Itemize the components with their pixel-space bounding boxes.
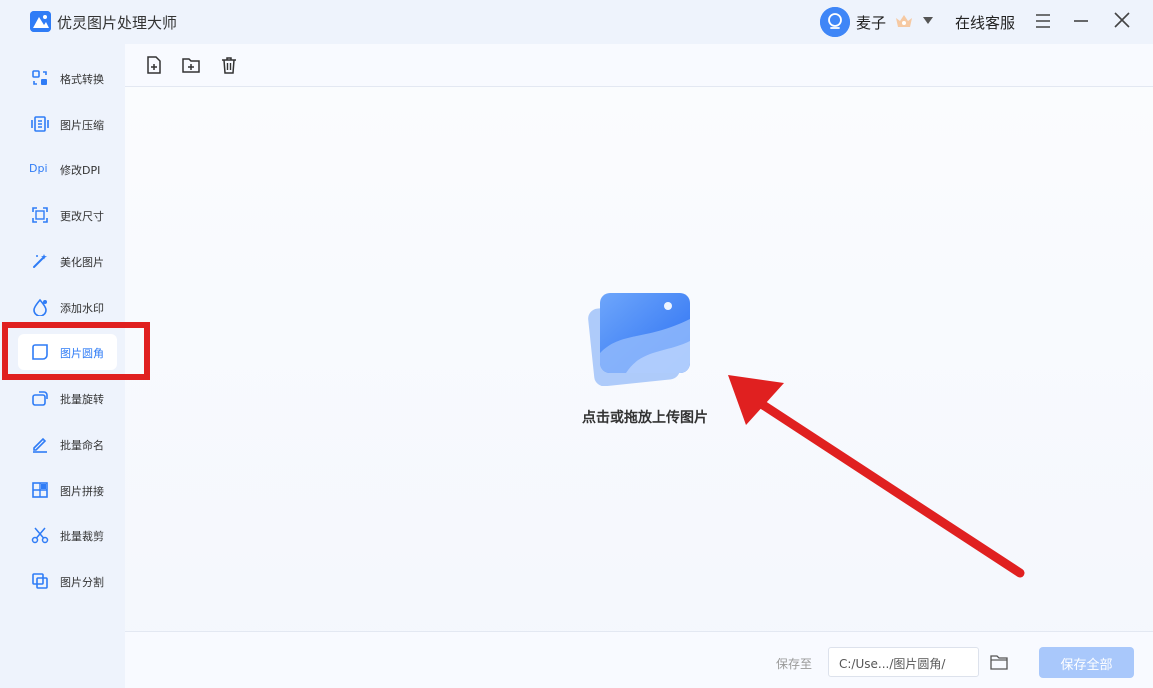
compress-icon xyxy=(31,116,49,132)
save-all-button[interactable]: 保存全部 xyxy=(1039,647,1134,678)
annotation-arrow xyxy=(728,375,1025,578)
sidebar-item-label: 图片分割 xyxy=(60,576,104,589)
format-convert-icon xyxy=(32,70,47,85)
sidebar-item-label: 修改DPI xyxy=(60,164,101,177)
split-icon xyxy=(32,573,48,589)
close-icon[interactable] xyxy=(1113,11,1131,29)
resize-icon xyxy=(32,207,48,223)
sidebar-item-label: 添加水印 xyxy=(60,302,104,315)
sidebar-item-beautify[interactable]: 美化图片 xyxy=(18,243,117,279)
sidebar-item-resize[interactable]: 更改尺寸 xyxy=(18,197,117,233)
sidebar-item-label: 美化图片 xyxy=(60,256,104,269)
sidebar-item-format-convert[interactable]: 格式转换 xyxy=(18,60,117,96)
annotation-highlight-box xyxy=(2,322,150,380)
avatar[interactable] xyxy=(820,7,850,37)
username[interactable]: 麦子 xyxy=(856,12,886,33)
sidebar-item-crop[interactable]: 批量裁剪 xyxy=(18,517,117,553)
magic-wand-icon xyxy=(33,254,47,268)
rotate-icon xyxy=(32,391,48,406)
app-title: 优灵图片处理大师 xyxy=(57,14,178,32)
watermark-icon xyxy=(33,298,47,316)
toolbar xyxy=(125,44,1153,87)
sidebar-item-label: 批量裁剪 xyxy=(60,530,104,543)
collage-icon xyxy=(32,482,48,498)
add-file-icon[interactable] xyxy=(144,55,164,75)
sidebar-item-compress[interactable]: 图片压缩 xyxy=(18,106,117,142)
chevron-down-icon[interactable] xyxy=(922,16,934,25)
sidebar-item-label: 图片拼接 xyxy=(60,485,104,498)
sidebar-item-rename[interactable]: 批量命名 xyxy=(18,426,117,462)
folder-icon[interactable] xyxy=(990,654,1008,670)
dpi-icon: Dpi xyxy=(29,162,48,175)
scissors-icon xyxy=(31,527,49,544)
sidebar-item-label: 图片压缩 xyxy=(60,119,104,132)
minimize-icon[interactable] xyxy=(1072,12,1090,30)
sidebar-item-label: 批量旋转 xyxy=(60,393,104,406)
footer-bar: 保存至 C:/Use.../图片圆角/ 保存全部 xyxy=(125,631,1153,688)
rename-icon xyxy=(33,437,47,453)
title-bar: 优灵图片处理大师 麦子 在线客服 xyxy=(0,0,1153,44)
upload-hint-text[interactable]: 点击或拖放上传图片 xyxy=(545,407,745,427)
sidebar-item-label: 格式转换 xyxy=(60,73,104,86)
sidebar-item-split[interactable]: 图片分割 xyxy=(18,563,117,599)
sidebar-item-label: 更改尺寸 xyxy=(60,210,104,223)
sidebar-item-rotate[interactable]: 批量旋转 xyxy=(18,380,117,416)
trash-icon[interactable] xyxy=(219,55,239,75)
menu-icon[interactable] xyxy=(1034,12,1052,30)
upload-image-icon[interactable] xyxy=(586,291,696,386)
add-folder-icon[interactable] xyxy=(181,55,201,75)
sidebar-item-watermark[interactable]: 添加水印 xyxy=(18,289,117,325)
save-path-field[interactable]: C:/Use.../图片圆角/ xyxy=(828,647,979,677)
sidebar-item-label: 批量命名 xyxy=(60,439,104,452)
app-logo-icon xyxy=(30,11,51,32)
save-to-label: 保存至 xyxy=(776,657,813,671)
online-service-link[interactable]: 在线客服 xyxy=(955,12,1015,33)
sidebar-item-dpi[interactable]: Dpi 修改DPI xyxy=(18,151,117,187)
sidebar-item-collage[interactable]: 图片拼接 xyxy=(18,472,117,508)
vip-crown-icon xyxy=(896,15,912,27)
